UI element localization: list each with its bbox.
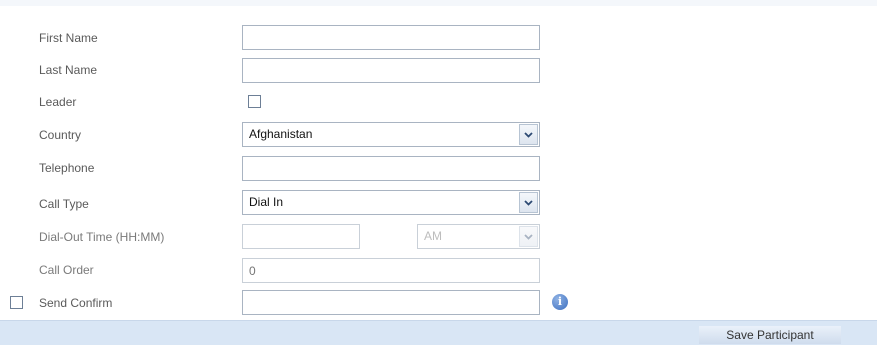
ampm-select[interactable]: AM xyxy=(417,224,540,249)
last-name-label: Last Name xyxy=(39,63,98,77)
chevron-down-icon[interactable] xyxy=(519,226,538,247)
telephone-field[interactable] xyxy=(242,156,540,181)
chevron-down-icon[interactable] xyxy=(519,192,538,213)
country-selected-value: Afghanistan xyxy=(249,127,313,141)
country-select[interactable]: Afghanistan xyxy=(242,122,540,147)
dial-out-time-input[interactable] xyxy=(243,225,359,248)
send-confirm-label: Send Confirm xyxy=(39,296,113,310)
send-confirm-checkbox[interactable] xyxy=(10,296,23,309)
last-name-input[interactable] xyxy=(243,59,539,82)
dial-out-time-field[interactable] xyxy=(242,224,360,249)
call-type-label: Call Type xyxy=(39,197,89,211)
last-name-field[interactable] xyxy=(242,58,540,83)
leader-label: Leader xyxy=(39,95,77,109)
country-label: Country xyxy=(39,128,82,142)
first-name-field[interactable] xyxy=(242,25,540,50)
call-type-selected-value: Dial In xyxy=(249,195,284,209)
footer-bar: Save Participant xyxy=(0,320,877,345)
call-type-select[interactable]: Dial In xyxy=(242,190,540,215)
dial-out-time-label: Dial-Out Time (HH:MM) xyxy=(39,230,165,244)
first-name-input[interactable] xyxy=(243,26,539,49)
first-name-label: First Name xyxy=(39,31,98,45)
info-icon[interactable]: i xyxy=(552,294,568,310)
call-order-field[interactable] xyxy=(242,258,540,283)
leader-checkbox[interactable] xyxy=(248,95,261,108)
ampm-selected-value: AM xyxy=(424,229,442,243)
send-confirm-input[interactable] xyxy=(243,291,539,314)
telephone-label: Telephone xyxy=(39,161,95,175)
call-order-label: Call Order xyxy=(39,263,94,277)
save-participant-button[interactable]: Save Participant xyxy=(699,326,841,344)
telephone-input[interactable] xyxy=(243,157,539,180)
send-confirm-field[interactable] xyxy=(242,290,540,315)
chevron-down-icon[interactable] xyxy=(519,124,538,145)
call-order-input[interactable] xyxy=(243,259,539,282)
top-band xyxy=(0,0,877,6)
